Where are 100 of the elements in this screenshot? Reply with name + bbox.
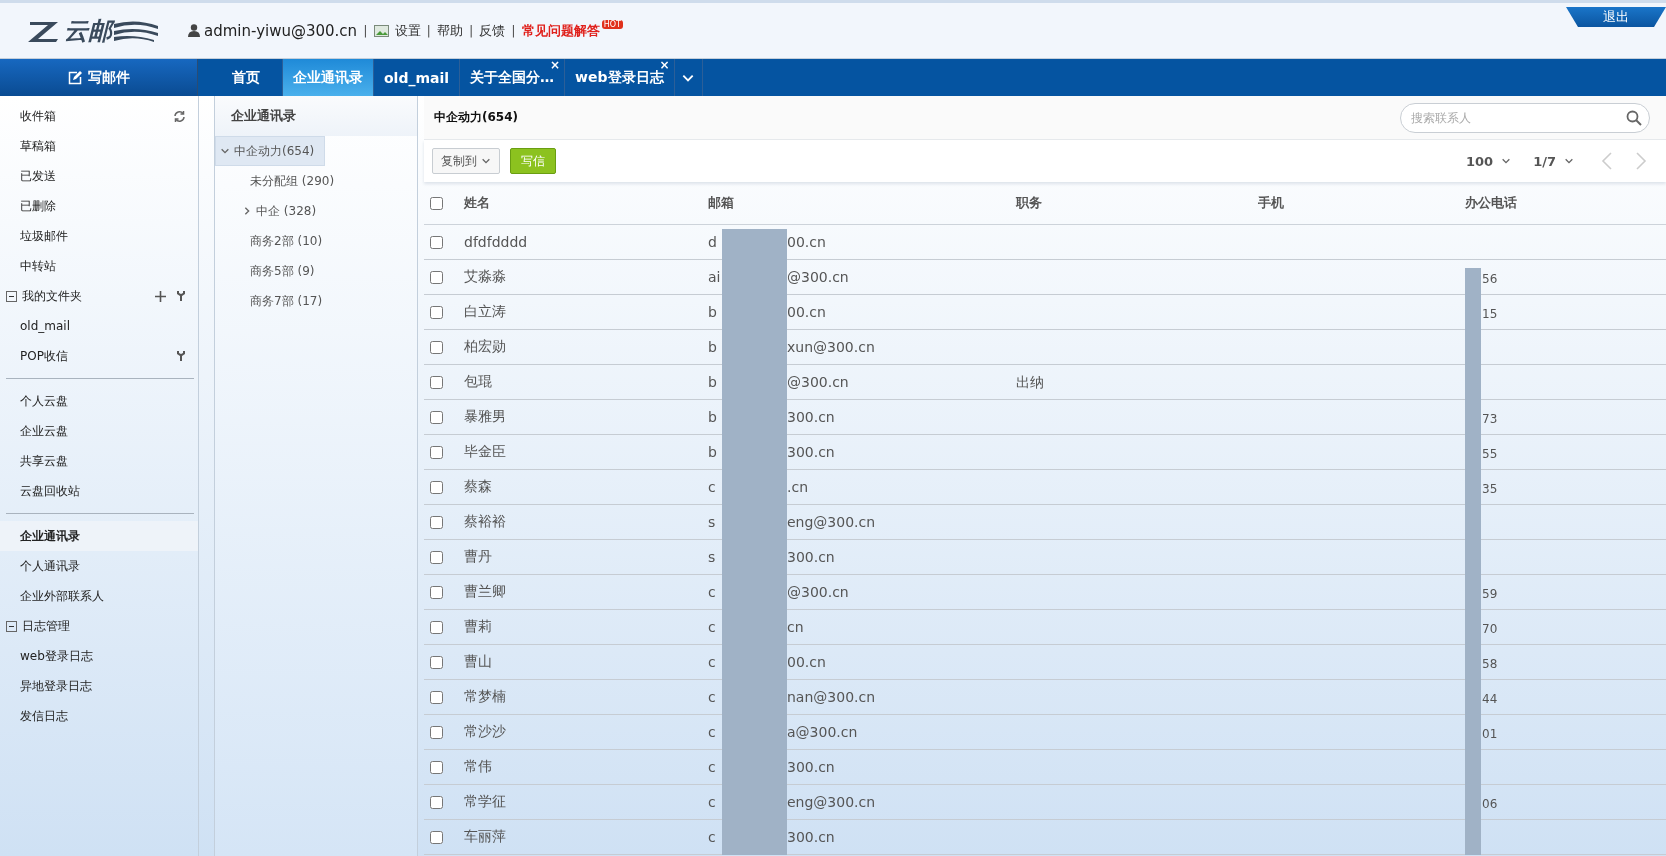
table-cell: 00.cn (787, 654, 826, 670)
refresh-icon[interactable] (173, 109, 186, 123)
row-checkbox[interactable] (430, 760, 443, 774)
table-cell-text: 常沙沙 (464, 723, 507, 741)
collapse-icon[interactable] (6, 620, 17, 632)
group-title: 中企动力(654) (434, 109, 519, 126)
row-checkbox[interactable] (430, 585, 443, 599)
tree-node[interactable]: 商务7部 (17) (215, 286, 334, 316)
sidebar-item[interactable]: 日志管理 (0, 611, 198, 641)
sidebar-item[interactable]: 云盘回收站 (0, 476, 198, 506)
table-cell-text: b (708, 339, 718, 355)
table-cell: 00.cn (787, 234, 826, 250)
tree-node[interactable]: 商务5部 (9) (215, 256, 326, 286)
row-checkbox[interactable] (430, 480, 443, 494)
row-checkbox[interactable] (430, 235, 443, 249)
logout-button[interactable]: 退出 (1566, 7, 1666, 27)
sidebar-item[interactable]: web登录日志 (0, 641, 198, 671)
select-all-checkbox[interactable] (430, 196, 443, 210)
table-cell-text: 蔡裕裕 (464, 513, 507, 531)
header-link[interactable]: 设置 (394, 21, 421, 40)
row-checkbox[interactable] (430, 445, 443, 459)
table-cell-text: d (708, 234, 718, 250)
search-field[interactable]: 搜索联系人 (1400, 102, 1650, 133)
table-cell-text: s (708, 549, 717, 565)
tree-node[interactable]: 中企 (328) (215, 196, 328, 226)
tree-node[interactable]: 未分配组 (290) (215, 166, 346, 196)
table-cell-text: 01 (1481, 726, 1498, 741)
table-cell-text: 车丽萍 (464, 828, 507, 846)
table-cell-text: 06 (1481, 796, 1498, 811)
sidebar-item[interactable]: 已删除 (0, 191, 198, 221)
sidebar-item[interactable]: 发信日志 (0, 701, 198, 731)
table-cell-text: 56 (1481, 271, 1498, 286)
sidebar-item[interactable]: 中转站 (0, 251, 198, 281)
sidebar-item[interactable]: 企业通讯录 (0, 521, 198, 551)
separator: | (426, 23, 431, 38)
search-icon[interactable] (1626, 109, 1642, 126)
page-size-select[interactable]: 100 (1460, 152, 1518, 170)
sidebar-item[interactable]: 个人云盘 (0, 386, 198, 416)
row-checkbox[interactable] (430, 690, 443, 704)
table-cell-text: 常梦楠 (464, 688, 507, 706)
sidebar-item[interactable]: 我的文件夹 (0, 281, 198, 311)
row-checkbox[interactable] (430, 270, 443, 284)
header-link[interactable]: 帮助 (436, 21, 463, 40)
sidebar-item[interactable]: POP收信 (0, 341, 198, 371)
row-checkbox[interactable] (430, 410, 443, 424)
sidebar-item[interactable]: 已发送 (0, 161, 198, 191)
row-checkbox[interactable] (430, 550, 443, 564)
table-cell: nan@300.cn (787, 689, 876, 705)
sidebar-item[interactable]: 企业外部联系人 (0, 581, 198, 611)
table-cell-text: dfdfdddd (464, 234, 529, 250)
table-cell-text: 柏宏勋 (464, 338, 507, 356)
row-checkbox[interactable] (430, 725, 443, 739)
page-select[interactable]: 1/7 (1527, 152, 1580, 170)
table-cell-text: b (708, 444, 718, 460)
table-cell-text: c (708, 724, 717, 740)
mail-image-icon[interactable] (373, 24, 389, 37)
compose-button[interactable]: 写邮件 (0, 59, 198, 96)
table-cell-text: 70 (1481, 621, 1498, 636)
sidebar-item[interactable]: old_mail (0, 311, 198, 341)
separator: | (363, 23, 368, 38)
sidebar-item[interactable]: 个人通讯录 (0, 551, 198, 581)
wrench-icon[interactable] (176, 350, 186, 362)
table-cell: 300.cn (787, 759, 835, 775)
collapse-icon[interactable] (6, 290, 17, 302)
row-checkbox[interactable] (430, 655, 443, 669)
sidebar-item[interactable]: 垃圾邮件 (0, 221, 198, 251)
table-cell-text: c (708, 689, 717, 705)
copy-to-dropdown[interactable]: 复制到 (432, 148, 500, 174)
sidebar-item[interactable]: 草稿箱 (0, 131, 198, 161)
table-cell-text: 暴雅男 (464, 408, 507, 426)
sidebar-item[interactable]: 共享云盘 (0, 446, 198, 476)
edit-icon (67, 70, 82, 85)
row-checkbox[interactable] (430, 305, 443, 319)
sidebar-item[interactable]: 收件箱 (0, 101, 198, 131)
chevron-down-icon (481, 156, 491, 166)
sidebar-item[interactable]: 企业云盘 (0, 416, 198, 446)
table-cell-text: 35 (1481, 481, 1498, 496)
plus-icon[interactable] (155, 290, 166, 302)
row-checkbox[interactable] (430, 620, 443, 634)
wrench-icon[interactable] (176, 290, 186, 302)
row-checkbox[interactable] (430, 795, 443, 809)
chevron-down-icon (1501, 156, 1512, 166)
table-cell-text: c (708, 479, 717, 495)
sidebar-item[interactable]: 异地登录日志 (0, 671, 198, 701)
row-checkbox[interactable] (430, 375, 443, 389)
row-checkbox[interactable] (430, 515, 443, 529)
header-link[interactable]: 反馈 (479, 21, 506, 40)
user-icon (188, 24, 200, 37)
table-cell: ai (708, 269, 722, 285)
table-cell: cn (787, 619, 804, 635)
chevron-down-icon (1564, 156, 1574, 166)
row-checkbox[interactable] (430, 830, 443, 844)
tree-node[interactable]: 中企动力(654) (215, 136, 326, 166)
table-cell: 300.cn (787, 829, 835, 845)
table-cell: @300.cn (787, 269, 849, 285)
tree-node[interactable]: 商务2部 (10) (215, 226, 334, 256)
header-link[interactable]: 常见问题解答 (521, 21, 600, 40)
table-cell-text: c (708, 619, 717, 635)
table-cell-text: b (708, 374, 718, 390)
row-checkbox[interactable] (430, 340, 443, 354)
